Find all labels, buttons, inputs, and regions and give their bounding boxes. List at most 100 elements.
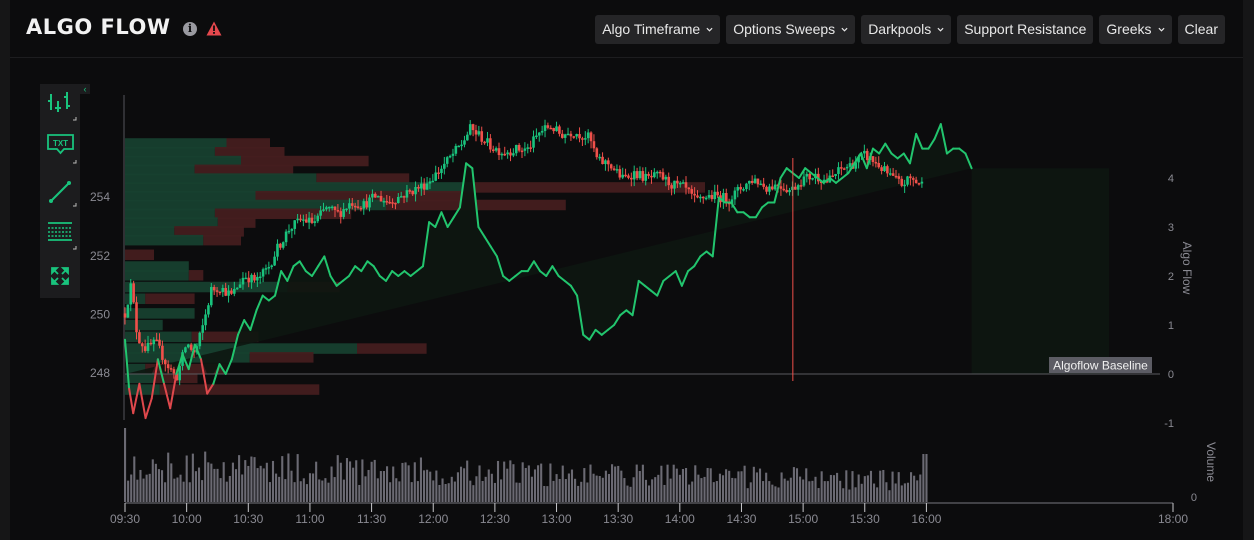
volume-bar (136, 479, 139, 502)
candle (371, 193, 374, 198)
candle (486, 138, 489, 143)
x-tick-label: 09:30 (110, 512, 140, 526)
volume-bar (808, 481, 811, 502)
candle (572, 136, 576, 138)
candle (770, 186, 774, 190)
candle (379, 195, 383, 202)
candle (471, 124, 475, 131)
volume-bar (586, 482, 589, 502)
candle (477, 131, 481, 135)
candle (158, 339, 161, 346)
volume-bar (669, 478, 672, 502)
candle (627, 175, 630, 178)
candle (215, 290, 219, 292)
volume-bar (265, 462, 268, 502)
volume-bar (789, 477, 792, 502)
candle (699, 196, 702, 199)
volume-bar (422, 470, 426, 502)
candle (457, 145, 461, 148)
candle (319, 210, 322, 216)
volume-bar (762, 481, 765, 502)
volume-bar (253, 457, 256, 502)
volume-bar (894, 483, 897, 502)
candle (247, 277, 251, 283)
volume-bar (654, 477, 657, 502)
candle (742, 189, 745, 191)
candle (235, 287, 239, 290)
volume-bar (617, 465, 620, 502)
volume-bar (651, 479, 654, 502)
volume-bar (487, 469, 490, 502)
algo-tick-label: 4 (1168, 173, 1174, 185)
volume-bar (435, 470, 438, 502)
algo-flow-chart[interactable]: 09:30 10:00 10:30 11:00 11:30 12:00 12:30 13:00… (0, 0, 1254, 540)
candle (382, 201, 386, 203)
candle (256, 276, 259, 281)
volume-bar (718, 473, 721, 502)
candle (877, 163, 881, 168)
candle (497, 148, 501, 156)
volume-bar (339, 462, 342, 502)
candle (909, 176, 912, 179)
volume-bar (216, 468, 219, 502)
candle (655, 171, 659, 174)
volume-bar (709, 468, 712, 502)
volume-bar (903, 483, 906, 502)
volume-bar (444, 483, 447, 502)
candle (362, 201, 366, 209)
candle (503, 153, 507, 156)
volume-bar (389, 482, 392, 502)
volume-bar (857, 474, 860, 502)
volume-bar (725, 469, 728, 502)
candle (140, 343, 144, 347)
candle (161, 345, 164, 360)
volume-bar (845, 470, 848, 502)
candle (339, 211, 343, 217)
candle (212, 286, 216, 291)
volume-bar (290, 470, 293, 502)
candle (535, 135, 538, 138)
candle (238, 284, 242, 288)
volume-bar (222, 462, 225, 502)
volume-bar (370, 461, 373, 502)
candle (773, 184, 777, 190)
candle (607, 160, 610, 165)
candle (264, 268, 268, 270)
candle (512, 153, 515, 156)
candle (598, 156, 601, 159)
candle (552, 127, 555, 132)
candle (463, 140, 466, 145)
volume-bar (623, 478, 626, 502)
volume-bar (876, 487, 879, 502)
candle (443, 163, 446, 169)
candle (417, 187, 420, 189)
candle (537, 132, 541, 136)
volume-bar (595, 475, 598, 502)
candle (233, 289, 236, 294)
volume-bar (854, 487, 857, 502)
volume-bar (142, 478, 145, 502)
volume-bar (271, 460, 275, 502)
volume-bar (167, 452, 170, 502)
candle (586, 132, 590, 139)
x-tick-label: 14:30 (726, 512, 756, 526)
candle (468, 124, 472, 135)
candle (250, 274, 253, 283)
volume-bar (533, 469, 537, 502)
candle (348, 203, 351, 209)
candle (917, 183, 921, 185)
volume-bar (382, 471, 386, 502)
algo-flow-segment (144, 397, 153, 420)
algo-tick-label: 0 (1168, 369, 1174, 381)
x-tick-label: 18:00 (1158, 512, 1188, 526)
volume-bar (546, 486, 549, 502)
volume-bar (154, 463, 157, 502)
candle (834, 173, 837, 176)
volume-bar (278, 476, 281, 502)
candle (189, 344, 193, 350)
volume-bar (456, 472, 459, 502)
candle (241, 277, 245, 285)
volume-bar (780, 472, 783, 502)
candle (842, 168, 846, 170)
algo-tick-label: 1 (1168, 320, 1174, 332)
